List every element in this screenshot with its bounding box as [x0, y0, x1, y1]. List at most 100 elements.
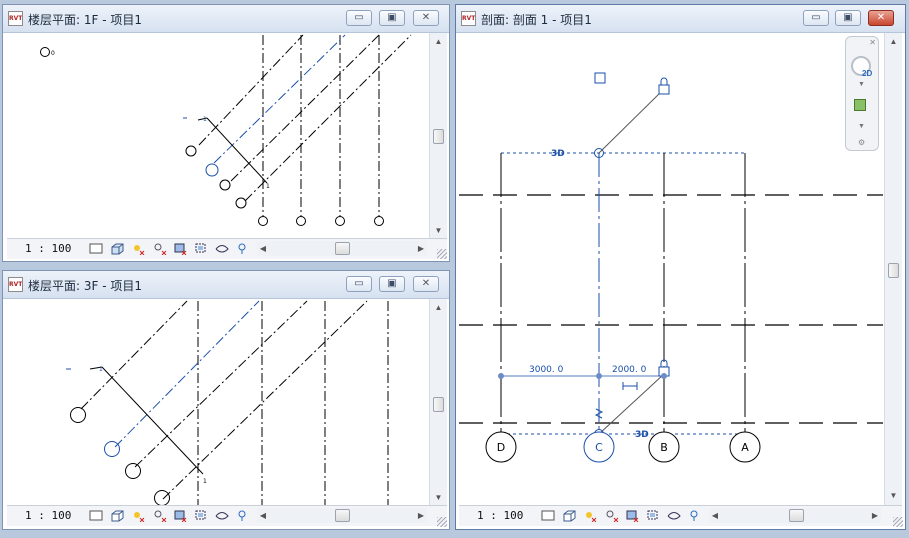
resize-grip[interactable]: [437, 517, 447, 527]
minimize-button[interactable]: ▭: [346, 10, 372, 26]
vertical-scrollbar[interactable]: ▲ ▼: [884, 33, 902, 505]
visual-style-icon[interactable]: [110, 242, 124, 255]
vertical-scrollbar[interactable]: ▲ ▼: [429, 299, 447, 507]
leader-line: [598, 88, 665, 154]
titlebar[interactable]: RVT 剖面: 剖面 1 - 项目1 ▭ ▣ ✕: [456, 5, 905, 33]
dimension-value[interactable]: 3000. 0: [529, 365, 564, 375]
zoom-region-icon[interactable]: [854, 99, 866, 111]
elevation-marker: [40, 47, 50, 57]
scroll-thumb[interactable]: [789, 509, 804, 522]
view-scale[interactable]: 1 : 100: [25, 509, 71, 522]
scroll-thumb[interactable]: [335, 509, 350, 522]
level-mark: 1: [266, 183, 270, 190]
titlebar[interactable]: RVT 楼层平面: 3F - 项目1 ▭ ▣ ✕: [3, 271, 449, 299]
grid-bubble: [125, 463, 141, 479]
scroll-right-arrow[interactable]: ▶: [869, 508, 881, 523]
crop-view-icon[interactable]: [173, 509, 187, 522]
shadows-icon[interactable]: [605, 509, 619, 522]
window-title: 楼层平面: 1F - 项目1: [28, 13, 142, 27]
scroll-left-arrow[interactable]: ◀: [257, 241, 269, 256]
close-button[interactable]: ✕: [413, 276, 439, 292]
window-title: 剖面: 剖面 1 - 项目1: [481, 13, 592, 27]
view-scale[interactable]: 1 : 100: [477, 509, 523, 522]
scroll-thumb[interactable]: [433, 129, 444, 144]
drawing-canvas[interactable]: 1 1: [7, 299, 429, 507]
grid-bubble: [335, 216, 345, 226]
scroll-down-arrow[interactable]: ▼: [430, 224, 447, 238]
dimension-toggle-icon[interactable]: [622, 382, 638, 390]
section-line: [213, 34, 346, 164]
resize-grip[interactable]: [893, 517, 903, 527]
grid-bubble: [235, 197, 247, 209]
view-control-bar: 1 : 100 ◀ ▶: [7, 238, 447, 259]
scroll-thumb[interactable]: [433, 397, 444, 412]
revit-app-icon: RVT: [8, 11, 23, 26]
drawing-canvas[interactable]: 3D 3D 3000. 0 2000. 0 D C B A: [459, 33, 883, 505]
detail-level-icon[interactable]: [89, 509, 103, 522]
temporary-hide-icon[interactable]: [215, 509, 229, 522]
grid-bubble: [219, 179, 231, 191]
crop-region-icon[interactable]: [194, 509, 208, 522]
shadows-icon[interactable]: [153, 242, 167, 255]
section-view-window[interactable]: RVT 剖面: 剖面 1 - 项目1 ▭ ▣ ✕ 3D 3D 3000. 0 2…: [455, 4, 906, 530]
chevron-down-icon[interactable]: ▼: [858, 81, 865, 88]
grid-line: [198, 34, 304, 146]
grid-label: C: [595, 441, 603, 454]
level-mark: 1: [203, 478, 207, 485]
level-3d-label: 3D: [551, 149, 565, 159]
titlebar[interactable]: RVT 楼层平面: 1F - 项目1 ▭ ▣ ✕: [3, 5, 449, 33]
visual-style-icon[interactable]: [110, 509, 124, 522]
reveal-hidden-icon[interactable]: [687, 509, 701, 522]
sun-path-icon[interactable]: [131, 242, 145, 255]
visual-style-icon[interactable]: [562, 509, 576, 522]
floor-plan-1f-window[interactable]: RVT 楼层平面: 1F - 项目1 ▭ ▣ ✕ 0 1 1 ▲ ▼ 1: 1…: [2, 4, 450, 262]
restore-button[interactable]: ▣: [379, 10, 405, 26]
minimize-button[interactable]: ▭: [346, 276, 372, 292]
horizontal-scrollbar[interactable]: ◀ ▶: [257, 508, 427, 523]
floor-plan-3f-window[interactable]: RVT 楼层平面: 3F - 项目1 ▭ ▣ ✕ 1 1 ▲ ▼ 1: 100…: [2, 270, 450, 530]
restore-button[interactable]: ▣: [379, 276, 405, 292]
settings-icon[interactable]: ⚙: [858, 138, 865, 147]
reveal-hidden-icon[interactable]: [235, 242, 249, 255]
minimize-button[interactable]: ▭: [803, 10, 829, 26]
detail-level-icon[interactable]: [89, 242, 103, 255]
chevron-down-icon[interactable]: ▼: [858, 123, 865, 130]
crop-region-icon[interactable]: [194, 242, 208, 255]
scroll-thumb[interactable]: [335, 242, 350, 255]
scroll-right-arrow[interactable]: ▶: [415, 241, 427, 256]
grid-bubble: [185, 145, 197, 157]
horizontal-scrollbar[interactable]: ◀ ▶: [709, 508, 881, 523]
close-icon[interactable]: ✕: [869, 38, 876, 47]
drawing-canvas[interactable]: 0 1 1: [7, 33, 429, 240]
scroll-thumb[interactable]: [888, 263, 899, 278]
crop-view-icon[interactable]: [625, 509, 639, 522]
crop-view-icon[interactable]: [173, 242, 187, 255]
sun-path-icon[interactable]: [583, 509, 597, 522]
temporary-hide-icon[interactable]: [667, 509, 681, 522]
shadows-icon[interactable]: [153, 509, 167, 522]
view-scale[interactable]: 1 : 100: [25, 242, 71, 255]
resize-grip[interactable]: [437, 249, 447, 259]
scroll-down-arrow[interactable]: ▼: [885, 489, 902, 503]
close-button[interactable]: ✕: [413, 10, 439, 26]
horizontal-scrollbar[interactable]: ◀ ▶: [257, 241, 427, 256]
temporary-hide-icon[interactable]: [215, 242, 229, 255]
section-head: [205, 163, 219, 177]
detail-level-icon[interactable]: [541, 509, 555, 522]
scroll-up-arrow[interactable]: ▲: [430, 35, 447, 49]
scroll-right-arrow[interactable]: ▶: [415, 508, 427, 523]
restore-button[interactable]: ▣: [835, 10, 861, 26]
dimension-value[interactable]: 2000. 0: [612, 365, 647, 375]
reveal-hidden-icon[interactable]: [235, 509, 249, 522]
scroll-left-arrow[interactable]: ◀: [257, 508, 269, 523]
crop-region-icon[interactable]: [646, 509, 660, 522]
scroll-down-arrow[interactable]: ▼: [430, 491, 447, 505]
scroll-up-arrow[interactable]: ▲: [430, 301, 447, 315]
scroll-up-arrow[interactable]: ▲: [885, 35, 902, 49]
sun-path-icon[interactable]: [131, 509, 145, 522]
close-button[interactable]: ✕: [868, 10, 894, 26]
scroll-left-arrow[interactable]: ◀: [709, 508, 721, 523]
vertical-scrollbar[interactable]: ▲ ▼: [429, 33, 447, 240]
lock-icon[interactable]: [658, 77, 670, 95]
leader-line: [598, 373, 665, 435]
